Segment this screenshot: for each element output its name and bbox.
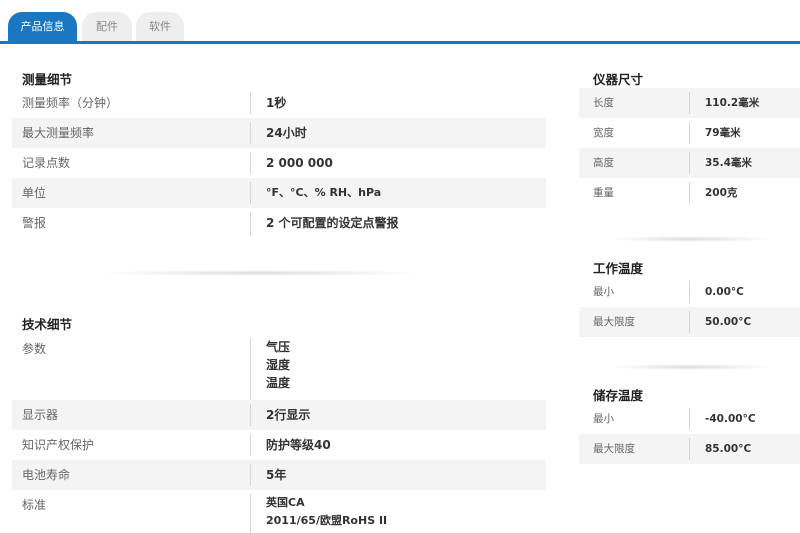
row-value: 85.00°C (705, 443, 752, 455)
table-row: 最小 -40.00°C (579, 404, 800, 434)
row-divider (250, 212, 251, 236)
row-value: 防护等级40 (266, 438, 331, 452)
row-value: 2 个可配置的设定点警报 (266, 216, 399, 230)
table-row: 高度 35.4毫米 (579, 148, 800, 178)
row-label: 最大测量频率 (22, 126, 95, 140)
row-label: 显示器 (22, 408, 59, 422)
section-separator (610, 236, 770, 242)
row-value: 1秒 (266, 96, 287, 110)
row-divider (250, 434, 251, 456)
table-row: 宽度 79毫米 (579, 118, 800, 148)
row-label: 高度 (593, 157, 614, 169)
table-row: 重量 200克 (579, 178, 800, 208)
row-label: 测量频率（分钟） (22, 96, 119, 110)
row-label: 标准 (22, 498, 47, 512)
row-divider (250, 464, 251, 486)
row-value: 0.00°C (705, 286, 744, 298)
standard-list: 英国CA 2011/65/欧盟RoHS II (266, 490, 387, 530)
technical-title: 技术细节 (22, 317, 73, 332)
table-row: 记录点数 2 000 000 (12, 148, 546, 178)
table-row: 知识产权保护 防护等级40 (12, 430, 546, 460)
row-divider (250, 92, 251, 114)
row-divider (250, 338, 251, 400)
table-row: 单位 °F、°C、% RH、hPa (12, 178, 546, 208)
row-divider (250, 182, 251, 204)
row-value: 50.00°C (705, 316, 752, 328)
table-row: 最小 0.00°C (579, 277, 800, 307)
table-row: 最大限度 85.00°C (579, 434, 800, 464)
section-separator (100, 270, 420, 276)
row-divider (689, 408, 690, 430)
table-row: 标准 英国CA 2011/65/欧盟RoHS II (12, 490, 546, 533)
row-label: 参数 (22, 342, 47, 356)
row-divider (689, 182, 690, 204)
parameter-item: 气压 (266, 340, 291, 354)
row-label: 最小 (593, 413, 614, 425)
working-temp-title: 工作温度 (593, 261, 644, 276)
row-label: 重量 (593, 187, 614, 199)
row-divider (250, 494, 251, 533)
tab-software[interactable]: 软件 (136, 12, 184, 42)
row-label: 记录点数 (22, 156, 71, 170)
row-label: 知识产权保护 (22, 438, 95, 452)
row-value: 2行显示 (266, 408, 311, 422)
row-divider (689, 281, 690, 303)
row-value: °F、°C、% RH、hPa (266, 186, 382, 199)
row-divider (250, 122, 251, 144)
tab-bar: 产品信息 配件 软件 (0, 0, 800, 44)
row-label: 长度 (593, 97, 614, 109)
standard-item: 2011/65/欧盟RoHS II (266, 514, 388, 527)
row-value: -40.00°C (705, 413, 756, 425)
parameter-list: 气压 湿度 温度 (266, 334, 290, 392)
row-value: 200克 (705, 187, 738, 199)
row-label: 电池寿命 (22, 468, 71, 482)
parameter-item: 湿度 (266, 358, 291, 372)
table-row: 参数 气压 湿度 温度 (12, 334, 546, 400)
standard-item: 英国CA (266, 496, 305, 509)
tab-product-info[interactable]: 产品信息 (8, 12, 77, 42)
dimensions-title: 仪器尺寸 (593, 72, 644, 87)
row-divider (689, 311, 690, 333)
row-label: 最小 (593, 286, 614, 298)
section-separator (610, 364, 770, 370)
table-row: 最大限度 50.00°C (579, 307, 800, 337)
row-label: 最大限度 (593, 316, 635, 328)
table-row: 最大测量频率 24小时 (12, 118, 546, 148)
row-divider (250, 152, 251, 174)
table-row: 长度 110.2毫米 (579, 88, 800, 118)
table-row: 显示器 2行显示 (12, 400, 546, 430)
row-divider (689, 152, 690, 174)
row-divider (689, 438, 690, 460)
table-row: 测量频率（分钟） 1秒 (12, 88, 546, 118)
row-value: 79毫米 (705, 127, 741, 139)
tab-underline (0, 41, 800, 44)
row-label: 单位 (22, 186, 47, 200)
table-row: 警报 2 个可配置的设定点警报 (12, 208, 546, 238)
row-divider (689, 122, 690, 144)
row-value: 24小时 (266, 126, 307, 140)
row-value: 5年 (266, 468, 287, 482)
measurement-title: 测量细节 (22, 72, 73, 87)
row-label: 宽度 (593, 127, 614, 139)
storage-temp-title: 储存温度 (593, 388, 644, 403)
row-value: 2 000 000 (266, 156, 333, 170)
table-row: 电池寿命 5年 (12, 460, 546, 490)
parameter-item: 温度 (266, 376, 291, 390)
row-label: 最大限度 (593, 443, 635, 455)
row-value: 110.2毫米 (705, 97, 760, 109)
tab-accessories[interactable]: 配件 (82, 12, 132, 42)
row-label: 警报 (22, 216, 47, 230)
row-divider (250, 404, 251, 426)
row-value: 35.4毫米 (705, 157, 752, 169)
row-divider (689, 92, 690, 114)
